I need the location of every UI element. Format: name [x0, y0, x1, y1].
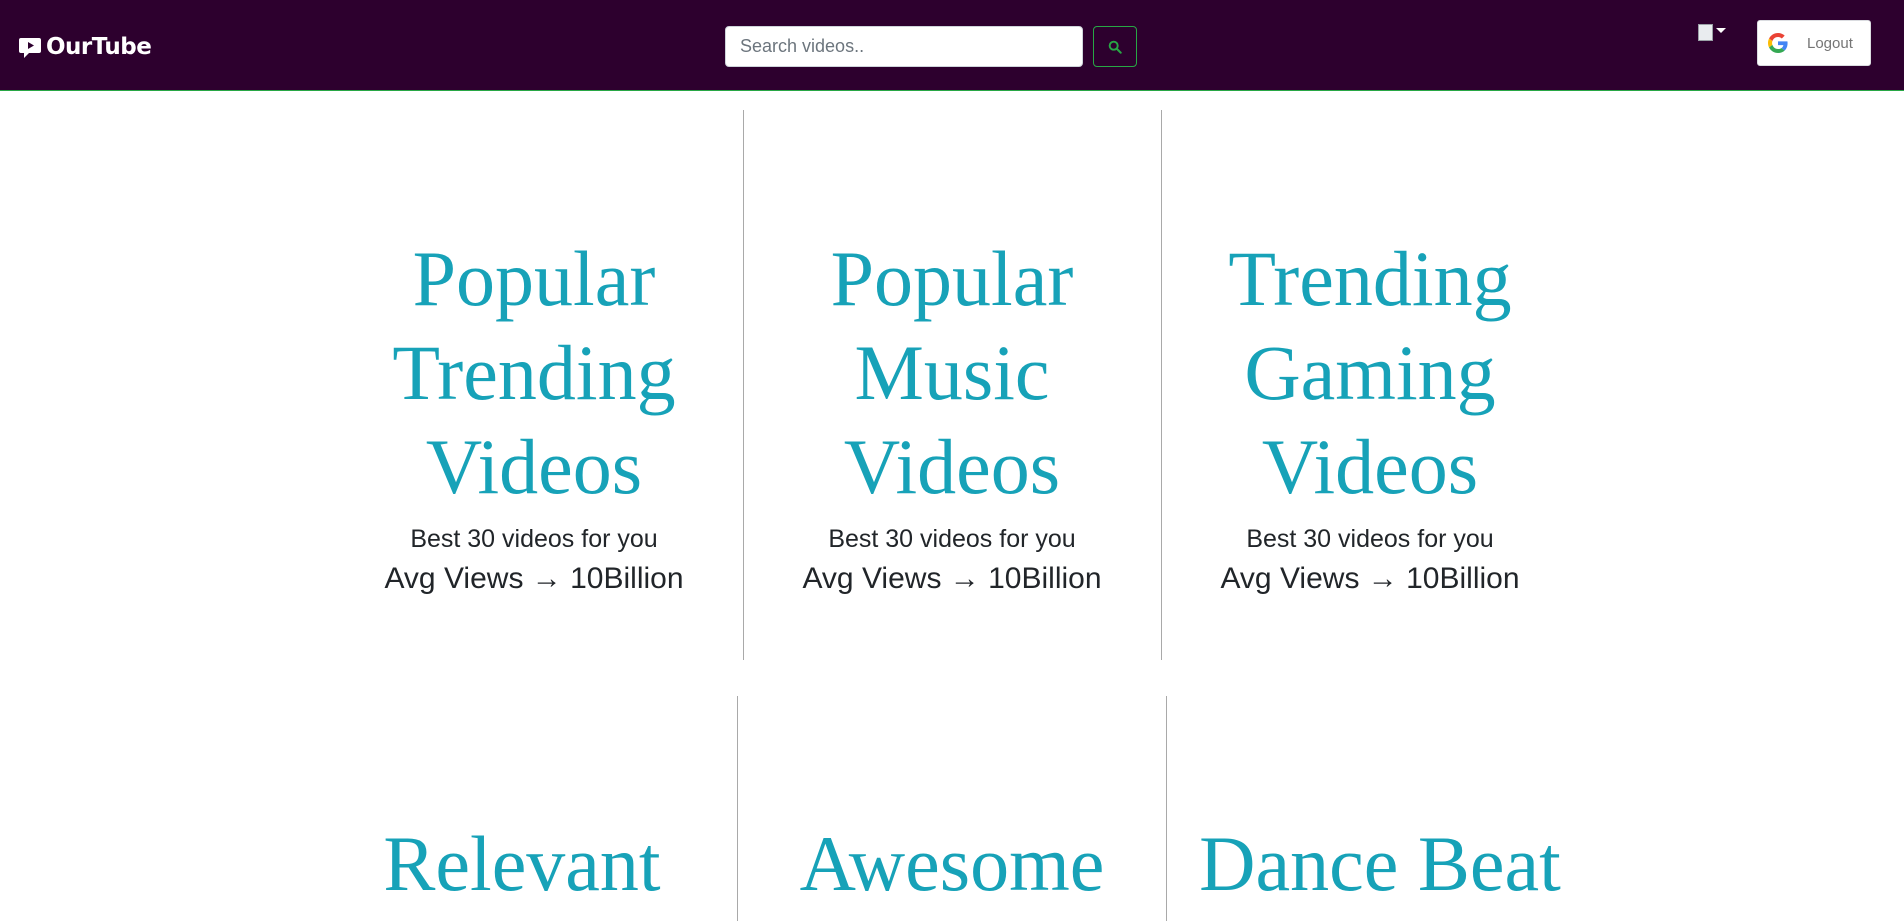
card-trending-gaming[interactable]: Trending Gaming Videos Best 30 videos for … — [1200, 232, 1540, 600]
caret-down-icon — [1716, 28, 1726, 33]
flag-image — [1698, 24, 1713, 41]
search-icon — [1108, 40, 1122, 54]
column-divider — [743, 110, 744, 660]
card-popular-trending[interactable]: Popular Trending Videos Best 30 videos for… — [364, 232, 704, 600]
card-title: Popular Trending Videos — [392, 235, 676, 510]
card-title: Dance Beat — [1199, 820, 1561, 907]
google-logout-button[interactable]: Logout — [1757, 20, 1871, 66]
brand-link[interactable]: OurTube — [19, 33, 152, 61]
card-avg-views: Avg Views → 10Billion — [1220, 562, 1520, 595]
card-title: Relevant — [383, 820, 661, 907]
card-awesome[interactable]: Awesome — [782, 817, 1122, 911]
card-title: Popular Music Videos — [830, 235, 1074, 510]
card-title: Trending Gaming Videos — [1228, 235, 1512, 510]
search-button[interactable] — [1093, 26, 1137, 67]
card-avg-views: Avg Views → 10Billion — [802, 562, 1102, 595]
card-subtitle: Best 30 videos for you — [828, 525, 1076, 553]
card-subtitle: Best 30 videos for you — [1246, 525, 1494, 553]
navbar: OurTube Logout — [0, 0, 1904, 91]
column-divider — [1166, 696, 1167, 921]
card-popular-music[interactable]: Popular Music Videos Best 30 videos for yo… — [782, 232, 1122, 600]
google-icon — [1768, 33, 1788, 53]
brand-name: OurTube — [46, 34, 152, 60]
column-divider — [1161, 110, 1162, 660]
card-avg-views: Avg Views → 10Billion — [384, 562, 684, 595]
column-divider — [737, 696, 738, 921]
language-dropdown[interactable] — [1698, 24, 1726, 41]
logout-label: Logout — [1807, 34, 1853, 52]
card-title: Awesome — [799, 820, 1105, 907]
card-subtitle: Best 30 videos for you — [410, 525, 658, 553]
message-play-icon — [19, 38, 41, 58]
search-input[interactable] — [725, 26, 1083, 67]
card-relevant[interactable]: Relevant — [362, 817, 682, 911]
card-dance-beat[interactable]: Dance Beat — [1190, 817, 1570, 911]
